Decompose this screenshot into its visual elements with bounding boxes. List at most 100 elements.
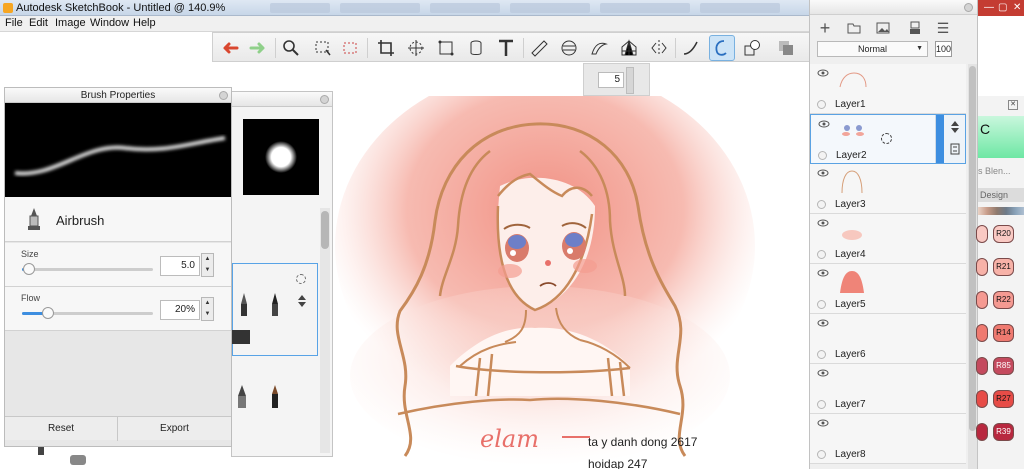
eraser-brush-icon[interactable] (232, 330, 250, 344)
layer-row[interactable]: Layer5 (810, 264, 966, 314)
swatch-partial[interactable] (976, 291, 988, 309)
brush-settings-icon[interactable] (296, 274, 306, 284)
flow-stepper[interactable]: ▲ ▼ (201, 297, 214, 321)
color-swatch[interactable]: R85 (993, 357, 1014, 375)
export-button[interactable]: Export (118, 417, 231, 441)
layer-row[interactable]: Layer8 (810, 414, 966, 464)
ellipse-button[interactable] (556, 35, 582, 61)
menu-file[interactable]: File (5, 17, 23, 29)
color-panel-close-icon[interactable]: ✕ (1008, 100, 1018, 110)
add-group-icon[interactable] (845, 19, 863, 37)
size-slider[interactable] (22, 263, 153, 275)
select-button[interactable] (310, 35, 336, 61)
color-swatch[interactable]: R27 (993, 390, 1014, 408)
flow-value-field[interactable]: 20% (160, 300, 200, 320)
size-value-field[interactable]: 5.0 (160, 256, 200, 276)
size-slider-knob[interactable] (22, 263, 35, 275)
swatch-partial[interactable] (976, 423, 988, 441)
visibility-eye-icon[interactable] (817, 219, 829, 227)
blend-mode-select[interactable]: Normal ▼ (817, 41, 928, 57)
brush-library-close-icon[interactable] (320, 95, 329, 104)
window-close-area[interactable]: — ▢ ✕ (978, 0, 1024, 16)
layer-menu-icon[interactable]: ☰ (934, 19, 952, 37)
add-layer-icon[interactable]: + (816, 18, 834, 38)
copy-button[interactable] (773, 35, 799, 61)
zoom-button[interactable] (278, 35, 304, 61)
flow-slider[interactable] (22, 307, 153, 319)
layer-select-radio[interactable] (817, 400, 826, 409)
flow-slider-knob[interactable] (42, 307, 55, 319)
distort-button[interactable] (433, 35, 459, 61)
pencil-brush-icon[interactable] (237, 292, 251, 318)
predictive-stroke-button[interactable] (709, 35, 735, 61)
menu-image[interactable]: Image (55, 17, 86, 29)
layer-select-radio[interactable] (817, 250, 826, 259)
layer-opacity-field[interactable]: 100 (935, 41, 952, 57)
color-swatch[interactable]: R21 (993, 258, 1014, 276)
crop-button[interactable] (373, 35, 399, 61)
color-swatch[interactable]: R22 (993, 291, 1014, 309)
layer-row[interactable]: Layer4 (810, 214, 966, 264)
visibility-eye-icon[interactable] (817, 369, 829, 377)
paint-brush-icon[interactable] (268, 384, 282, 410)
add-image-icon[interactable] (874, 19, 892, 37)
perspective-button[interactable] (616, 35, 642, 61)
layer-select-radio[interactable] (817, 450, 826, 459)
menu-window[interactable]: Window (90, 17, 129, 29)
text-button[interactable] (493, 35, 519, 61)
lasso-select-button[interactable] (338, 35, 364, 61)
fill-button[interactable] (463, 35, 489, 61)
menu-edit[interactable]: Edit (29, 17, 48, 29)
visibility-eye-icon[interactable] (817, 419, 829, 427)
swatch-partial[interactable] (976, 258, 988, 276)
layer-row[interactable]: Layer6 (810, 314, 966, 364)
color-swatch[interactable]: R20 (993, 225, 1014, 243)
french-curve-button[interactable] (586, 35, 612, 61)
visibility-eye-icon[interactable] (817, 169, 829, 177)
stroke-value-field[interactable]: 5 (598, 72, 624, 88)
transform-button[interactable] (403, 35, 429, 61)
scroll-thumb[interactable] (969, 66, 976, 431)
swatch-partial[interactable] (976, 225, 988, 243)
airbrush-brush-icon[interactable] (235, 384, 249, 410)
layer-clear-icon[interactable] (906, 19, 924, 37)
layer-select-radio[interactable] (817, 350, 826, 359)
color-swatch[interactable]: R39 (993, 423, 1014, 441)
stroke-button[interactable] (678, 35, 704, 61)
layer-row-selected[interactable]: Layer2 (810, 114, 966, 164)
swatch-partial[interactable] (976, 324, 988, 342)
maximize-icon[interactable]: ▢ (998, 2, 1007, 13)
color-strip[interactable] (978, 207, 1024, 215)
visibility-eye-icon[interactable] (817, 319, 829, 327)
layer-editor-close-icon[interactable] (964, 3, 973, 12)
redo-button[interactable] (245, 35, 271, 61)
reset-button[interactable]: Reset (5, 417, 118, 441)
brush-library-scrollbar[interactable] (320, 208, 330, 453)
stroke-value-slider[interactable] (626, 67, 634, 94)
size-stepper[interactable]: ▲ ▼ (201, 253, 214, 277)
minimize-icon[interactable]: — (984, 2, 994, 13)
visibility-eye-icon[interactable] (818, 120, 830, 128)
ruler-button[interactable] (526, 35, 552, 61)
layer-options-icon[interactable] (950, 143, 960, 155)
layer-row[interactable]: Layer1 (810, 64, 966, 114)
symmetry-button[interactable] (646, 35, 672, 61)
canvas-artwork[interactable]: elam ta y danh dong 2617 hoidap 247 (330, 96, 808, 469)
layer-row[interactable]: Layer7 (810, 364, 966, 414)
reorder-icon[interactable] (950, 121, 960, 133)
visibility-eye-icon[interactable] (817, 69, 829, 77)
layer-select-radio[interactable] (817, 100, 826, 109)
swatch-partial[interactable] (976, 357, 988, 375)
layer-select-radio[interactable] (817, 300, 826, 309)
layer-select-radio[interactable] (817, 200, 826, 209)
undo-button[interactable] (217, 35, 243, 61)
menu-help[interactable]: Help (133, 17, 156, 29)
layer-select-radio[interactable] (818, 151, 827, 160)
color-swatch[interactable]: R14 (993, 324, 1014, 342)
design-tab[interactable]: Design (978, 188, 1024, 202)
close-icon[interactable]: ✕ (1013, 2, 1021, 13)
shape-button[interactable] (739, 35, 765, 61)
layer-row[interactable]: Layer3 (810, 164, 966, 214)
visibility-eye-icon[interactable] (817, 269, 829, 277)
scroll-thumb[interactable] (321, 211, 329, 249)
